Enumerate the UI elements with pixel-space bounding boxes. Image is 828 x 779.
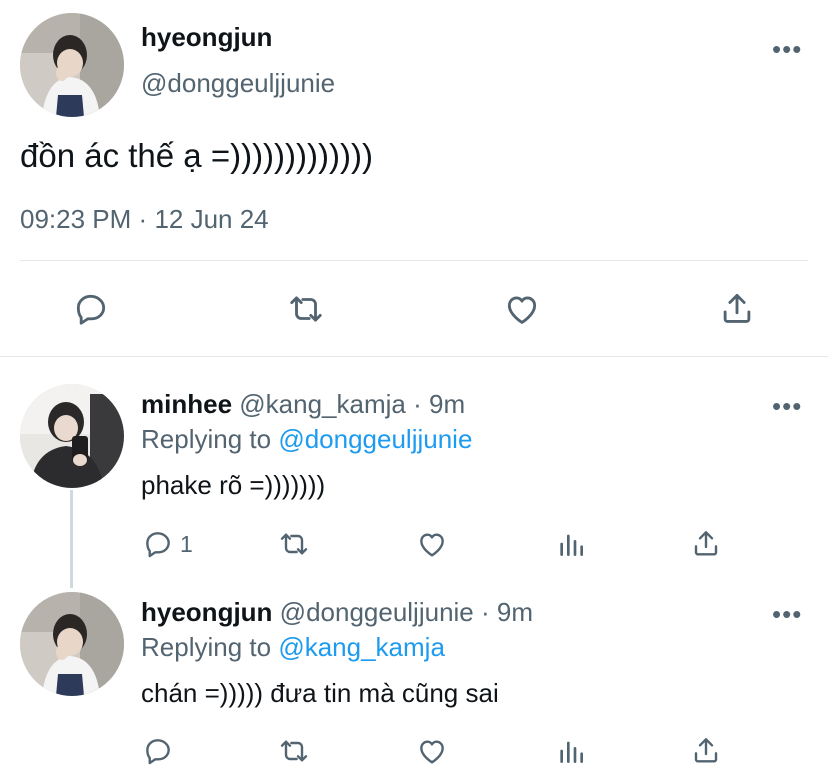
replying-to-label: Replying to (141, 424, 272, 454)
avatar-reply-1[interactable] (20, 384, 124, 488)
reply-icon[interactable] (141, 735, 175, 767)
replying-to-link[interactable]: @donggeuljjunie (278, 424, 472, 454)
reply-age[interactable]: 9m (497, 597, 533, 627)
tweet-text: đồn ác thế ạ =))))))))))))) (20, 137, 373, 174)
author-name[interactable]: minhee (141, 389, 232, 419)
reply-icon[interactable] (72, 290, 110, 328)
reply-count: 1 (180, 531, 193, 557)
reply-age[interactable]: 9m (429, 389, 465, 419)
reply-header: minhee @kang_kamja · 9m (141, 389, 465, 420)
analytics-icon[interactable] (555, 735, 587, 767)
replying-to: Replying to @kang_kamja (141, 632, 445, 663)
replying-to-label: Replying to (141, 632, 272, 662)
replying-to: Replying to @donggeuljjunie (141, 424, 472, 455)
more-icon[interactable]: ••• (772, 36, 802, 62)
tweet-timestamp[interactable]: 09:23 PM · 12 Jun 24 (20, 204, 269, 235)
analytics-icon[interactable] (555, 528, 587, 560)
like-icon[interactable] (415, 735, 449, 767)
more-icon[interactable]: ••• (772, 393, 802, 419)
replying-to-link[interactable]: @kang_kamja (278, 632, 445, 662)
author-handle[interactable]: @donggeuljjunie (280, 597, 474, 627)
like-icon[interactable] (415, 528, 449, 560)
avatar-reply-2[interactable] (20, 592, 124, 696)
section-divider (0, 356, 828, 357)
avatar-main[interactable] (20, 13, 124, 117)
author-handle[interactable]: @kang_kamja (239, 389, 406, 419)
author-name[interactable]: hyeongjun (141, 22, 272, 53)
more-icon[interactable]: ••• (772, 601, 802, 627)
tweet-date: 12 Jun 24 (154, 204, 269, 234)
separator-dot: · (413, 389, 422, 419)
share-icon[interactable] (690, 733, 722, 767)
divider (20, 260, 808, 261)
share-icon[interactable] (718, 288, 756, 328)
reply-text: chán =))))) đưa tin mà cũng sai (141, 678, 499, 708)
reply-header: hyeongjun @donggeuljjunie · 9m (141, 597, 533, 628)
thread-line (70, 490, 73, 588)
retweet-icon[interactable] (285, 290, 327, 328)
retweet-icon[interactable] (276, 528, 312, 560)
separator-dot: · (481, 597, 490, 627)
reply-icon[interactable] (141, 528, 175, 560)
separator-dot: · (138, 204, 148, 234)
reply-text: phake rõ =))))))) (141, 470, 326, 500)
author-handle[interactable]: @donggeuljjunie (141, 68, 335, 99)
author-name[interactable]: hyeongjun (141, 597, 272, 627)
retweet-icon[interactable] (276, 735, 312, 767)
like-icon[interactable] (502, 290, 542, 328)
share-icon[interactable] (690, 526, 722, 560)
tweet-time: 09:23 PM (20, 204, 132, 234)
